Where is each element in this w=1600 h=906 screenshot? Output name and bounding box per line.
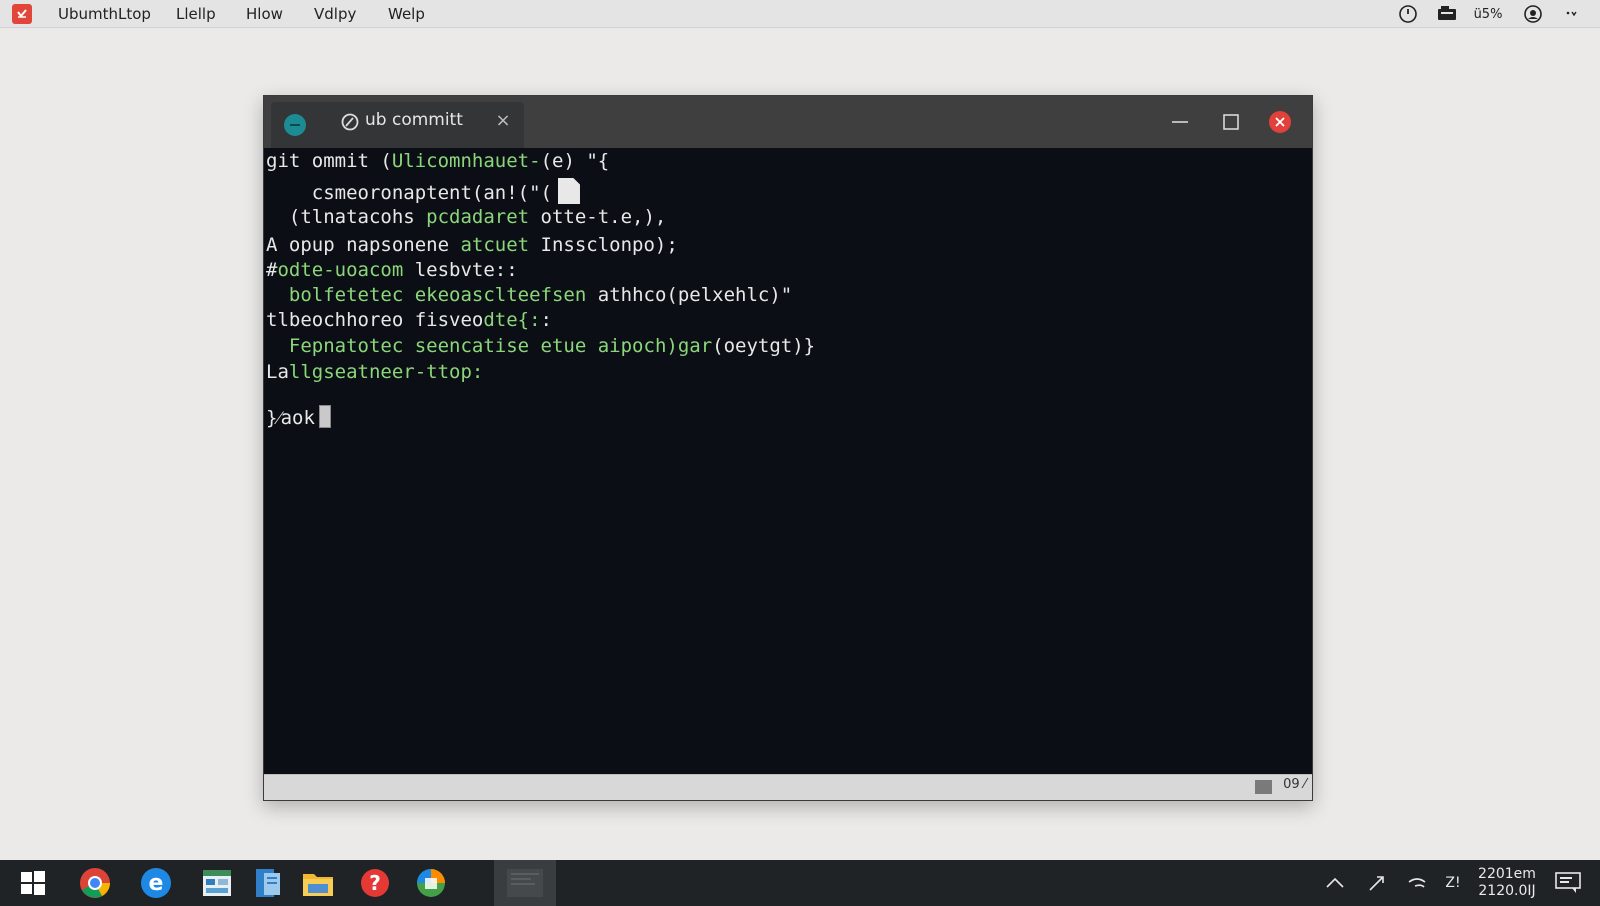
terminal-window: ub committ × git ommit (Ulicomnhauet-(e)… [263,95,1313,801]
close-button[interactable] [1267,109,1293,135]
terminal-line: bolfetetec ekeoasclteefsen athhco(pelxeh… [288,284,793,306]
chevron-up-icon[interactable] [1322,868,1348,898]
help-icon[interactable]: ? [354,864,396,902]
window-titlebar[interactable]: ub committ × [264,96,1312,148]
minimize-button[interactable] [1167,109,1193,135]
commit-icon [341,113,359,131]
terminal-line: Lallgseatneer-ttop: [266,361,484,383]
tab-close-icon[interactable]: × [492,110,514,132]
text-cursor [318,405,331,428]
power-icon[interactable] [1397,4,1419,24]
menu-item-4[interactable]: Vdlpy [314,0,356,28]
battery-text[interactable]: ü5% [1470,4,1506,24]
status-indicator-icon [1255,780,1272,794]
document-glyph [557,178,580,204]
maximize-button[interactable] [1218,109,1244,135]
chevron-down-icon[interactable] [1561,4,1583,24]
window-statusbar: 09 ⁄ [264,774,1312,800]
terminal-taskbar-button[interactable] [494,860,556,906]
input-method-indicator[interactable]: Z! [1436,868,1470,898]
start-button[interactable] [12,864,54,902]
wifi-icon[interactable] [1404,868,1430,898]
terminal-prompt: }⁄aok [266,405,331,430]
terminal-line: A opup napsonene atcuet Inssclonpo); [266,234,678,256]
clock-time: 2201em [1478,866,1536,882]
menu-app-name[interactable]: UbumthLtop [58,0,151,28]
terminal-line: git ommit (Ulicomnhauet-(e) "{ [266,150,610,172]
taskbar: e ? Z! 2201em 2120.0IJ [0,860,1600,906]
status-text: 09 ⁄ [1283,777,1306,792]
app-logo-icon[interactable] [12,4,32,24]
document-app-icon[interactable] [247,864,289,902]
menu-item-help[interactable]: Welp [388,0,425,28]
spreadsheet-icon[interactable] [196,864,238,902]
terminal-line: (tlnatacohs pcdadaret otte-t.e,), [266,206,667,228]
taskbar-clock[interactable]: 2201em 2120.0IJ [1474,866,1540,900]
menu-item-2[interactable]: Llellp [176,0,216,28]
chrome-icon[interactable] [74,864,116,902]
terminal-line: Fepnatotec seencatise etue aipoch)gar(oe… [288,335,816,357]
account-icon[interactable] [1522,4,1544,24]
notification-center-icon[interactable] [1552,868,1584,898]
terminal-app-icon [284,114,306,136]
file-explorer-icon[interactable] [297,864,339,902]
terminal-output[interactable]: git ommit (Ulicomnhauet-(e) "{ csmeorona… [264,148,1312,776]
svg-text:e: e [149,871,164,896]
terminal-line: tlbeochhoreo fisveodte{:: [266,309,552,331]
clock-date: 2120.0IJ [1478,883,1536,899]
edge-icon[interactable]: e [135,864,177,902]
menu-item-3[interactable]: Hlow [246,0,283,28]
software-center-icon[interactable] [410,864,452,902]
pen-icon[interactable] [1364,868,1390,898]
terminal-line: csmeoronaptent(an!("( [266,178,580,204]
tab-title: ub committ [365,110,463,130]
terminal-line: #odte-uoacom lesbvte:: [266,259,518,281]
svg-text:?: ? [369,871,381,895]
network-icon[interactable] [1435,4,1459,24]
top-menu-bar: UbumthLtop Llellp Hlow Vdlpy Welp ü5% [0,0,1600,28]
